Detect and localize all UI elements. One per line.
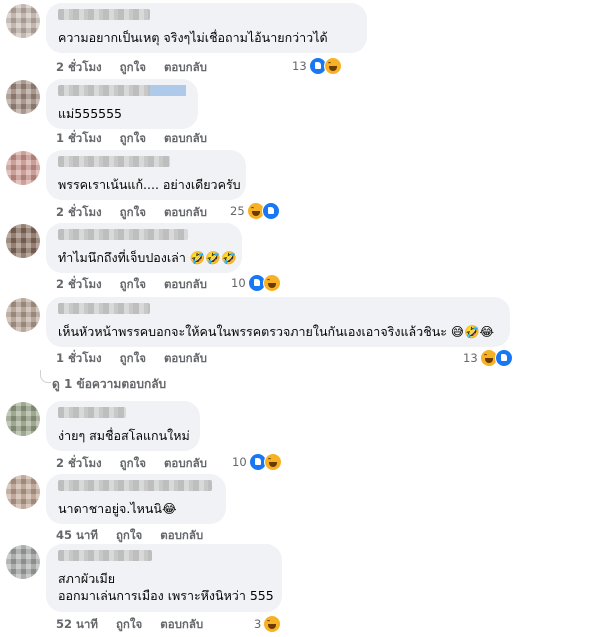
comment-meta: 1 ชั่วโมง ถูกใจ ตอบกลับ	[56, 130, 221, 148]
reply-button[interactable]: ตอบกลับ	[164, 60, 207, 74]
reply-button[interactable]: ตอบกลับ	[164, 277, 207, 291]
reaction-summary[interactable]: 10	[232, 453, 282, 471]
commenter-name[interactable]	[58, 303, 150, 314]
comment-meta: 2 ชั่วโมง ถูกใจ ตอบกลับ	[56, 204, 221, 222]
comment-time[interactable]: 2 ชั่วโมง	[56, 277, 102, 291]
comment-meta: 45 นาที ถูกใจ ตอบกลับ	[56, 527, 217, 545]
reply-button[interactable]: ตอบกลับ	[164, 351, 207, 365]
commenter-name[interactable]	[58, 550, 152, 561]
comment-meta: 52 นาที ถูกใจ ตอบกลับ	[56, 616, 217, 634]
comment-bubble: พรรคเราเน้นแก้.... อย่างเดียวครับ	[46, 150, 246, 200]
like-button[interactable]: ถูกใจ	[120, 205, 146, 219]
comment-meta: 1 ชั่วโมง ถูกใจ ตอบกลับ	[56, 350, 221, 368]
comment-text: ง่ายๆ สมชื่อสโลแกนใหม่	[58, 428, 190, 443]
comment-text: สภาผัวเมีย	[58, 571, 116, 586]
comment-time[interactable]: 52 นาที	[56, 617, 98, 631]
reaction-summary[interactable]: 13	[292, 57, 342, 75]
comment-bubble: นาดาชาอยู่จ.ไหนนิ😂	[46, 474, 226, 524]
comment-time[interactable]: 45 นาที	[56, 528, 98, 542]
comment-text: ออกมาเล่นการเมือง เพราะหึงนิหว่า 555	[58, 588, 274, 603]
avatar[interactable]	[6, 545, 40, 579]
comment-text: แม่555555	[58, 106, 123, 121]
reply-button[interactable]: ตอบกลับ	[164, 131, 207, 145]
haha-icon	[262, 274, 281, 292]
avatar[interactable]	[6, 402, 40, 436]
haha-icon	[323, 57, 342, 75]
view-replies-link[interactable]: ดู 1 ข้อความตอบกลับ	[52, 375, 166, 394]
reply-thread-line	[40, 370, 51, 383]
comment-bubble: สภาผัวเมีย ออกมาเล่นการเมือง เพราะหึงนิห…	[46, 544, 282, 612]
comment-bubble: แม่555555	[46, 79, 198, 129]
haha-icon	[263, 615, 282, 633]
reaction-summary[interactable]: 10	[231, 274, 281, 292]
commenter-name[interactable]	[58, 9, 150, 20]
avatar[interactable]	[6, 80, 40, 114]
reaction-count: 25	[230, 204, 245, 218]
reaction-count: 10	[231, 276, 246, 290]
commenter-name[interactable]	[58, 85, 186, 96]
reaction-summary[interactable]: 25	[230, 202, 280, 220]
reaction-count: 10	[232, 455, 247, 469]
comment-text: ความอยากเป็นเหตุ จริงๆไม่เชื่อถามไอ้นายก…	[58, 30, 328, 45]
like-button[interactable]: ถูกใจ	[120, 351, 146, 365]
reply-button[interactable]: ตอบกลับ	[160, 617, 203, 631]
comment-time[interactable]: 2 ชั่วโมง	[56, 456, 102, 470]
like-button[interactable]: ถูกใจ	[120, 60, 146, 74]
like-button[interactable]: ถูกใจ	[120, 131, 146, 145]
like-button[interactable]: ถูกใจ	[120, 456, 146, 470]
haha-icon	[263, 453, 282, 471]
avatar[interactable]	[6, 4, 40, 38]
like-button[interactable]: ถูกใจ	[120, 277, 146, 291]
commenter-name[interactable]	[58, 156, 170, 167]
comment-time[interactable]: 2 ชั่วโมง	[56, 205, 102, 219]
like-button[interactable]: ถูกใจ	[116, 528, 142, 542]
reply-button[interactable]: ตอบกลับ	[160, 528, 203, 542]
like-icon	[261, 202, 280, 220]
comment-bubble: ความอยากเป็นเหตุ จริงๆไม่เชื่อถามไอ้นายก…	[46, 3, 367, 53]
reaction-count: 13	[463, 351, 478, 365]
comment-bubble: ง่ายๆ สมชื่อสโลแกนใหม่	[46, 401, 200, 451]
comment-meta: 2 ชั่วโมง ถูกใจ ตอบกลับ	[56, 59, 221, 77]
comment-meta: 2 ชั่วโมง ถูกใจ ตอบกลับ	[56, 455, 221, 473]
reaction-count: 13	[292, 59, 307, 73]
comment-time[interactable]: 1 ชั่วโมง	[56, 351, 102, 365]
reaction-summary[interactable]: 3	[254, 615, 282, 633]
avatar[interactable]	[6, 475, 40, 509]
comment-text: ทำไมนึกถึงที่เจ็บปองเล่า 🤣🤣🤣	[58, 250, 237, 265]
reaction-count: 3	[254, 617, 262, 631]
reply-button[interactable]: ตอบกลับ	[164, 456, 207, 470]
comment-bubble: เห็นหัวหน้าพรรคบอกจะให้คนในพรรคตรวจภายใน…	[46, 297, 510, 347]
comment-text: พรรคเราเน้นแก้.... อย่างเดียวครับ	[58, 177, 241, 192]
comment-text: นาดาชาอยู่จ.ไหนนิ😂	[58, 501, 177, 516]
avatar[interactable]	[6, 224, 40, 258]
comment-meta: 2 ชั่วโมง ถูกใจ ตอบกลับ	[56, 276, 221, 294]
like-button[interactable]: ถูกใจ	[116, 617, 142, 631]
comment-time[interactable]: 1 ชั่วโมง	[56, 131, 102, 145]
commenter-name[interactable]	[58, 407, 126, 418]
reaction-summary[interactable]: 13	[463, 349, 513, 367]
reply-button[interactable]: ตอบกลับ	[164, 205, 207, 219]
like-icon	[494, 349, 513, 367]
comment-text: เห็นหัวหน้าพรรคบอกจะให้คนในพรรคตรวจภายใน…	[58, 324, 495, 339]
avatar[interactable]	[6, 151, 40, 185]
avatar[interactable]	[6, 298, 40, 332]
comment-time[interactable]: 2 ชั่วโมง	[56, 60, 102, 74]
comment-bubble: ทำไมนึกถึงที่เจ็บปองเล่า 🤣🤣🤣	[46, 223, 242, 273]
commenter-name[interactable]	[58, 229, 188, 240]
commenter-name[interactable]	[58, 480, 212, 491]
